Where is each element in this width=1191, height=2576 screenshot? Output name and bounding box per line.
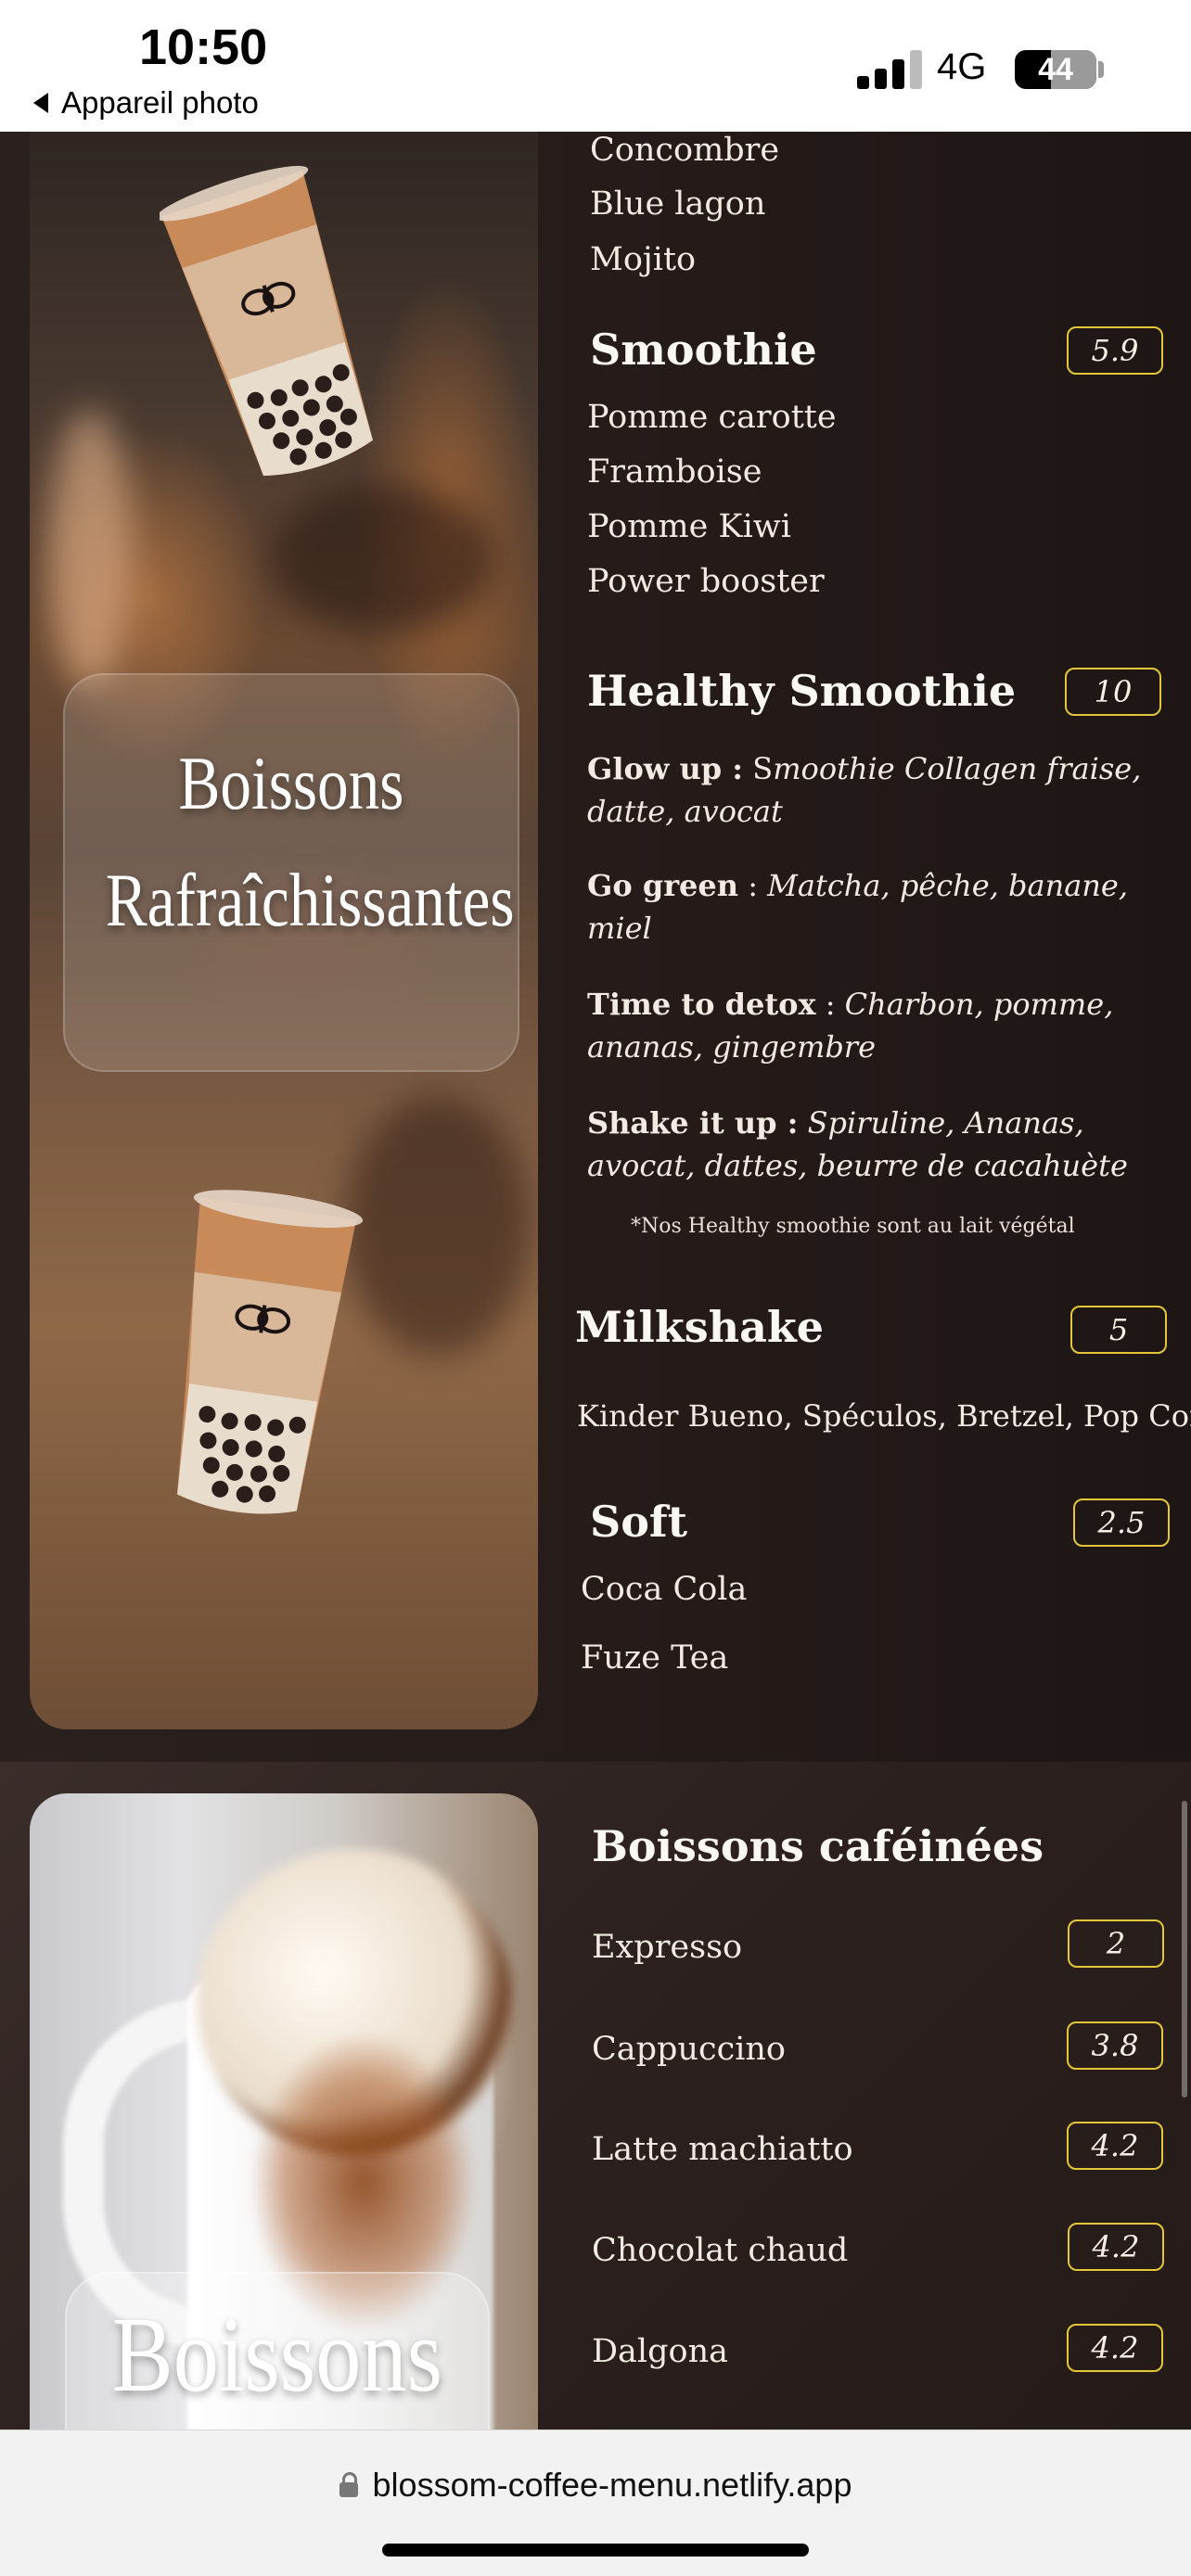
soft-heading: Soft <box>590 1497 687 1547</box>
price-badge: 3.8 <box>1067 2021 1163 2070</box>
menu-item: Pomme Kiwi <box>587 508 791 545</box>
entry-text: Matcha, pêche, banane, <box>767 868 1129 903</box>
menu-item: Power booster <box>587 563 825 600</box>
healthy-entry-shake-it-up: Shake it up : Spiruline, Ananas, avocat,… <box>587 1102 1162 1187</box>
blur-light <box>48 410 132 688</box>
healthy-smoothie-heading: Healthy Smoothie <box>587 666 1017 716</box>
price-badge: 2 <box>1068 1919 1164 1968</box>
cafe-photo-panel: Boissons Rafraîchissantes <box>30 132 538 1729</box>
entry-text-line2: ananas, gingembre <box>587 1029 877 1065</box>
price-badge: 4.2 <box>1067 2324 1163 2372</box>
entry-text: Spiruline, Ananas, <box>807 1105 1084 1141</box>
entry-name: Glow up : <box>587 751 744 786</box>
panel-title: Boissons <box>111 2296 443 2415</box>
menu-item: Chocolat chaud <box>592 2232 849 2269</box>
menu-item: Latte machiatto <box>592 2131 853 2168</box>
panel-title-line1: Boissons <box>178 741 404 825</box>
clock: 10:50 <box>139 19 268 75</box>
entry-sep <box>798 1105 807 1141</box>
url-text: blossom-coffee-menu.netlify.app <box>372 2466 852 2504</box>
healthy-entry-go-green: Go green : Matcha, pêche, banane, miel <box>587 864 1162 950</box>
entry-text-line2: avocat, dattes, beurre de cacahuète <box>587 1148 1128 1183</box>
menu-item: Cappuccino <box>592 2031 787 2068</box>
panel-title-line2: Rafraîchissantes <box>105 858 515 942</box>
entry-text-line2: datte, avocat <box>587 794 783 829</box>
caffeinated-title-card: Boissons <box>65 2272 490 2429</box>
entry-sep: : <box>815 987 845 1022</box>
milkshake-price-badge: 5 <box>1070 1306 1167 1354</box>
lock-icon <box>339 2472 358 2497</box>
bubble-tea-cup-icon <box>177 1190 364 1514</box>
page-content[interactable]: Boissons Rafraîchissantes Concombre Blue… <box>0 132 1191 2429</box>
signal-strength-icon <box>857 48 922 89</box>
bubble-tea-cup-icon <box>160 165 373 477</box>
hot-chocolate-photo-panel: Boissons <box>30 1793 538 2429</box>
status-bar: 10:50 Appareil photo 4G 44 <box>0 0 1191 132</box>
browser-bottom-bar: blossom-coffee-menu.netlify.app <box>0 2429 1191 2576</box>
price-badge: 4.2 <box>1068 2223 1164 2271</box>
entry-name: Go green <box>587 868 739 903</box>
entry-text-line2: miel <box>587 911 652 946</box>
menu-item: Mojito <box>590 241 697 278</box>
menu-item: Dalgona <box>592 2333 729 2370</box>
smoothie-heading: Smoothie <box>590 325 817 375</box>
back-arrow-icon <box>33 93 48 113</box>
refreshing-title-card: Boissons Rafraîchissantes <box>63 673 519 1072</box>
caffeinated-heading: Boissons caféinées <box>592 1821 1044 1871</box>
menu-item: Framboise <box>587 453 762 491</box>
menu-item: Concombre <box>590 132 780 169</box>
blur-stool <box>345 1096 531 1356</box>
menu-item: Fuze Tea <box>581 1639 729 1677</box>
entry-sep: : <box>738 868 768 903</box>
smoothie-price-badge: 5.9 <box>1067 326 1163 375</box>
back-app-label: Appareil photo <box>61 85 259 120</box>
entry-text-normal: S <box>743 751 774 786</box>
caffeinated-drinks-section: Boissons Boissons caféinées Expresso 2 C… <box>0 1762 1191 2429</box>
scrollbar[interactable] <box>1182 1801 1187 2098</box>
back-to-app-link[interactable]: Appareil photo <box>33 85 259 121</box>
milkshake-heading: Milkshake <box>575 1302 825 1352</box>
soft-price-badge: 2.5 <box>1073 1498 1170 1547</box>
menu-item: Pomme carotte <box>587 399 837 436</box>
entry-name: Shake it up : <box>587 1105 799 1141</box>
entry-text: moothie Collagen fraise, <box>773 751 1142 786</box>
price-badge: 4.2 <box>1067 2122 1163 2170</box>
milkshake-flavors: Kinder Bueno, Spéculos, Bretzel, Pop Cor… <box>577 1398 1191 1434</box>
battery-icon: 44 <box>1015 50 1096 89</box>
healthy-entry-glow-up: Glow up : Smoothie Collagen fraise, datt… <box>587 747 1162 833</box>
battery-tip-icon <box>1098 61 1104 78</box>
entry-text: Charbon, pomme, <box>844 987 1114 1022</box>
menu-item: Blue lagon <box>590 185 766 223</box>
battery-percent: 44 <box>1038 52 1073 87</box>
entry-name: Time to detox <box>587 987 816 1022</box>
healthy-entry-time-to-detox: Time to detox : Charbon, pomme, ananas, … <box>587 983 1162 1068</box>
healthy-smoothie-price-badge: 10 <box>1065 668 1161 716</box>
menu-item: Expresso <box>592 1929 743 1966</box>
blur-shadow <box>271 484 493 632</box>
menu-item: Coca Cola <box>581 1571 748 1608</box>
network-type: 4G <box>937 46 987 87</box>
refreshing-drinks-section: Boissons Rafraîchissantes Concombre Blue… <box>0 132 1191 1762</box>
address-bar[interactable]: blossom-coffee-menu.netlify.app <box>0 2466 1191 2505</box>
healthy-note: *Nos Healthy smoothie sont au lait végét… <box>631 1215 1075 1238</box>
home-indicator[interactable] <box>382 2544 809 2557</box>
